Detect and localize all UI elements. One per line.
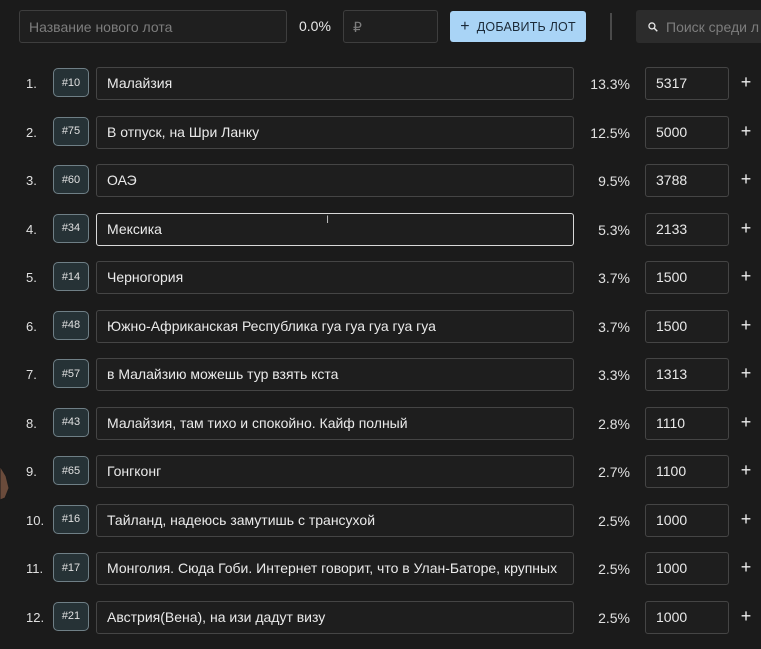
lot-amount-field[interactable]: 1000 bbox=[645, 552, 729, 585]
lot-index: 8. bbox=[26, 415, 37, 431]
lot-name-field[interactable]: В отпуск, на Шри Ланку bbox=[96, 115, 574, 149]
lot-name-field[interactable]: Малайзия bbox=[96, 67, 574, 100]
lot-amount-field[interactable]: 1000 bbox=[645, 600, 729, 634]
lot-amount-field[interactable]: 1500 bbox=[645, 261, 729, 294]
lot-percent: 12.5% bbox=[590, 124, 630, 141]
lot-amount-field[interactable]: 5000 bbox=[645, 115, 729, 149]
lot-index: 7. bbox=[26, 367, 37, 382]
lot-index: 9. bbox=[26, 464, 37, 479]
lot-row: 12. #21 Австрия(Вена), на изи дадут визу 2.… bbox=[0, 593, 761, 642]
lot-index: 5. bbox=[26, 270, 37, 285]
add-amount-button[interactable]: + bbox=[738, 461, 754, 481]
lot-row: 6. #48 Южно-Африканская Республика гуа гуа… bbox=[0, 302, 761, 351]
add-amount-button[interactable]: + bbox=[738, 607, 754, 627]
lot-row: 2. #75 В отпуск, на Шри Ланку 12.5% 5000 + bbox=[0, 108, 761, 157]
lot-index: 6. bbox=[26, 318, 37, 334]
lot-name-field[interactable]: в Малайзию можешь тур взять кста bbox=[96, 358, 574, 391]
lot-amount-field[interactable]: 1313 bbox=[645, 358, 729, 391]
lot-id-badge[interactable]: #17 bbox=[53, 553, 89, 582]
add-amount-button[interactable]: + bbox=[738, 510, 754, 530]
plus-icon: + bbox=[460, 17, 470, 35]
lot-row: 1. #10 Малайзия 13.3% 5317 + bbox=[0, 59, 761, 108]
lot-name-field[interactable]: Черногория bbox=[96, 261, 574, 294]
add-amount-button[interactable]: + bbox=[738, 316, 754, 336]
add-amount-button[interactable]: + bbox=[738, 413, 754, 433]
lot-name-field[interactable]: Мексика bbox=[96, 212, 574, 246]
lot-percent: 3.7% bbox=[598, 270, 630, 286]
text-cursor-icon: I bbox=[326, 214, 330, 226]
lot-amount-field[interactable]: 2133 bbox=[645, 212, 729, 246]
lot-amount-field[interactable]: 1110 bbox=[645, 406, 729, 440]
lot-row: 7. #57 в Малайзию можешь тур взять кста 3.3… bbox=[0, 350, 761, 399]
lot-name-field[interactable]: Тайланд, надеюсь замутишь с трансухой bbox=[96, 503, 574, 537]
lot-id-badge[interactable]: #43 bbox=[53, 407, 89, 437]
lot-id-badge[interactable]: #16 bbox=[53, 504, 89, 534]
lot-id-badge[interactable]: #65 bbox=[53, 456, 89, 485]
lot-id-badge[interactable]: #57 bbox=[53, 359, 89, 388]
lot-amount-field[interactable]: 1500 bbox=[645, 309, 729, 343]
lot-percent: 2.7% bbox=[598, 464, 630, 480]
add-lot-label: ДОБАВИТЬ ЛОТ bbox=[476, 19, 576, 34]
lot-index: 11. bbox=[26, 561, 44, 576]
lot-row: 8. #43 Малайзия, там тихо и спокойно. Кайф… bbox=[0, 399, 761, 448]
lot-id-badge[interactable]: #10 bbox=[53, 68, 89, 97]
add-amount-button[interactable]: + bbox=[738, 73, 754, 93]
lot-row: 5. #14 Черногория 3.7% 1500 + bbox=[0, 253, 761, 302]
lot-percent: 5.3% bbox=[598, 221, 630, 238]
add-amount-button[interactable]: + bbox=[738, 219, 754, 239]
new-lot-name-input[interactable] bbox=[19, 10, 287, 43]
lot-name-field[interactable]: Австрия(Вена), на изи дадут визу bbox=[96, 600, 574, 634]
new-lot-price-input[interactable] bbox=[343, 10, 438, 43]
add-amount-button[interactable]: + bbox=[738, 364, 754, 384]
lot-index: 4. bbox=[26, 221, 37, 237]
lot-id-badge[interactable]: #60 bbox=[53, 165, 89, 194]
lot-percent: 2.8% bbox=[598, 415, 630, 432]
partial-avatar-shape bbox=[0, 465, 10, 501]
lot-percent: 3.3% bbox=[598, 367, 630, 383]
lot-index: 12. bbox=[26, 609, 45, 625]
lot-amount-field[interactable]: 5317 bbox=[645, 67, 729, 100]
new-lot-toolbar: 0.0% + ДОБАВИТЬ ЛОТ bbox=[0, 0, 761, 52]
lot-id-badge[interactable]: #34 bbox=[53, 213, 89, 243]
lot-amount-field[interactable]: 1100 bbox=[645, 455, 729, 488]
lot-name-field[interactable]: Гонгконг bbox=[96, 455, 574, 488]
lot-amount-field[interactable]: 1000 bbox=[645, 503, 729, 537]
add-amount-button[interactable]: + bbox=[738, 122, 754, 142]
lot-index: 2. bbox=[26, 124, 37, 140]
lot-name-field[interactable]: Монголия. Сюда Гоби. Интернет говорит, ч… bbox=[96, 552, 574, 585]
lot-percent: 3.7% bbox=[598, 318, 630, 335]
add-lot-button[interactable]: + ДОБАВИТЬ ЛОТ bbox=[450, 11, 586, 42]
lot-index: 1. bbox=[26, 76, 37, 91]
lot-id-badge[interactable]: #75 bbox=[53, 116, 89, 146]
lot-index: 3. bbox=[26, 173, 37, 188]
lot-percent: 2.5% bbox=[598, 512, 630, 529]
new-lot-percent: 0.0% bbox=[299, 18, 331, 34]
lot-name-field[interactable]: Малайзия, там тихо и спокойно. Кайф полн… bbox=[96, 406, 574, 440]
toolbar-divider bbox=[610, 13, 612, 40]
add-amount-button[interactable]: + bbox=[738, 170, 754, 190]
search-input[interactable] bbox=[666, 18, 761, 35]
lot-amount-field[interactable]: 3788 bbox=[645, 164, 729, 197]
lot-name-field[interactable]: Южно-Африканская Республика гуа гуа гуа … bbox=[96, 309, 574, 343]
lot-row: 9. #65 Гонгконг 2.7% 1100 + bbox=[0, 447, 761, 496]
lot-percent: 2.5% bbox=[598, 609, 630, 626]
search-box[interactable] bbox=[636, 10, 761, 43]
search-icon bbox=[648, 21, 658, 32]
lot-percent: 13.3% bbox=[590, 76, 630, 92]
lot-row: 10. #16 Тайланд, надеюсь замутишь с трансу… bbox=[0, 496, 761, 545]
add-amount-button[interactable]: + bbox=[738, 558, 754, 578]
lot-row: 11. #17 Монголия. Сюда Гоби. Интернет гово… bbox=[0, 544, 761, 593]
lot-row: 4. #34 Мексика 5.3% 2133 + bbox=[0, 205, 761, 254]
lot-id-badge[interactable]: #14 bbox=[53, 262, 89, 291]
lot-row: 3. #60 ОАЭ 9.5% 3788 + bbox=[0, 156, 761, 205]
lot-name-field[interactable]: ОАЭ bbox=[96, 164, 574, 197]
lot-id-badge[interactable]: #48 bbox=[53, 310, 89, 340]
lot-id-badge[interactable]: #21 bbox=[53, 601, 89, 631]
add-amount-button[interactable]: + bbox=[738, 267, 754, 287]
lot-percent: 2.5% bbox=[598, 561, 630, 577]
lot-list: 1. #10 Малайзия 13.3% 5317 +2. #75 В отпуск, на… bbox=[0, 59, 761, 641]
lot-index: 10. bbox=[26, 512, 45, 528]
lot-percent: 9.5% bbox=[598, 173, 630, 189]
